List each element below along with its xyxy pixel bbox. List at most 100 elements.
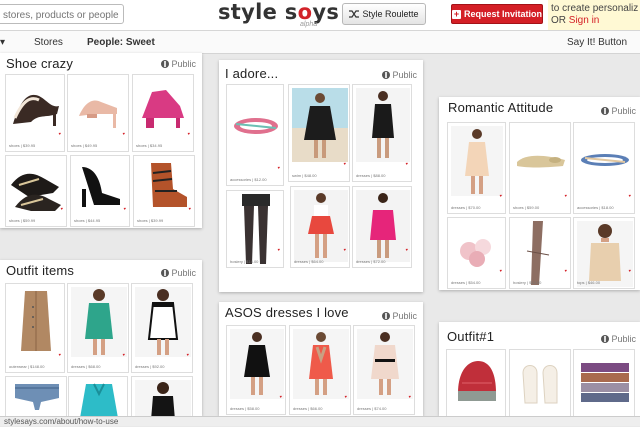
signup-promo: to create personaliz OR Sign in (548, 0, 640, 30)
board-title[interactable]: Outfit#1 (447, 329, 494, 344)
board-title[interactable]: Shoe crazy (6, 56, 73, 71)
heart-icon[interactable]: ♥ (345, 394, 347, 399)
public-label: Public (161, 268, 196, 278)
board-title[interactable]: Romantic Attitude (448, 100, 553, 115)
product-tile[interactable]: ♥ hosiery | $14.00 (226, 190, 284, 268)
product-tile[interactable]: ♥ dresses | $74.00 (353, 325, 415, 415)
product-image (513, 126, 569, 196)
promo-text: to create personaliz (551, 3, 639, 14)
product-image (513, 353, 569, 413)
heart-icon[interactable]: ♥ (61, 206, 63, 211)
product-caption: dresses | $70.00 (451, 205, 481, 210)
chevron-down-icon[interactable]: ▾ (0, 37, 5, 48)
public-text: Public (171, 268, 196, 278)
product-image (356, 190, 410, 262)
product-caption: dresses | $72.00 (356, 259, 386, 264)
product-tile[interactable]: ♥ dresses | $64.00 (290, 186, 350, 268)
heart-icon[interactable]: ♥ (629, 268, 631, 273)
heart-icon[interactable]: ♥ (59, 352, 61, 357)
product-image (82, 167, 120, 207)
heart-icon[interactable]: ♥ (123, 352, 125, 357)
logo-text: style s (218, 0, 298, 24)
product-tile[interactable]: ♥ accessories | $12.00 (226, 84, 284, 186)
product-tile[interactable]: ♥ dresses | $68.00 (67, 283, 129, 373)
product-tile[interactable]: ♥ shoes | $39.99 (133, 155, 195, 227)
product-tile[interactable]: ♥ swim | $48.00 (288, 84, 350, 182)
product-caption: tops | $46.00 (577, 280, 601, 285)
heart-icon[interactable]: ♥ (278, 165, 280, 170)
product-caption: shoes | $44.95 (74, 218, 101, 223)
product-tile[interactable]: ♥ dresses | $66.00 (289, 325, 351, 415)
heart-icon[interactable]: ♥ (188, 131, 190, 136)
search-input[interactable] (1, 6, 125, 25)
search-box[interactable] (0, 4, 125, 25)
heart-icon[interactable]: ♥ (629, 193, 631, 198)
board-card[interactable]: Outfit#1 Public (439, 322, 640, 416)
product-image (151, 163, 187, 207)
nav-say-it-button[interactable]: Say It! Button (567, 37, 627, 48)
product-tile[interactable]: ♥ hosiery | $12.00 (509, 217, 571, 289)
board-card[interactable]: Romantic Attitude Public ♥ dresses | $70… (439, 97, 640, 290)
logo[interactable]: style soys (218, 0, 339, 24)
product-tile[interactable]: ♥ shoes | $59.99 (5, 155, 67, 227)
heart-icon[interactable]: ♥ (278, 247, 280, 252)
product-tile[interactable]: ♥ shoes | $39.95 (5, 74, 65, 152)
heart-icon[interactable]: ♥ (409, 394, 411, 399)
product-tile[interactable]: ♥ shoes | $49.95 (67, 74, 129, 152)
heart-icon[interactable]: ♥ (124, 206, 126, 211)
product-tile[interactable]: ♥ outerwear | $148.00 (5, 283, 65, 373)
board-card[interactable]: Outfit items Public ♥ outerwear | $148.0… (0, 260, 202, 416)
product-tile[interactable]: ♥ accessories | $18.00 (573, 122, 635, 214)
product-tile[interactable]: ♥ shoes | $44.95 (70, 155, 130, 227)
heart-icon[interactable]: ♥ (123, 131, 125, 136)
product-tile[interactable]: ♥ dresses | $70.00 (447, 122, 506, 214)
board-card[interactable]: Shoe crazy Public ♥ shoes | $39.95 ♥ sho… (0, 53, 202, 228)
product-tile[interactable]: ♥ dresses | $92.00 (131, 283, 193, 373)
heart-icon[interactable]: ♥ (344, 247, 346, 252)
globe-icon (161, 269, 170, 277)
product-image (577, 126, 633, 196)
board-title[interactable]: I adore... (225, 66, 278, 81)
heart-icon[interactable]: ♥ (189, 206, 191, 211)
product-tile[interactable]: ♥ dresses | $88.00 (352, 84, 412, 182)
product-tile[interactable]: ♥ shoes | $34.95 (132, 74, 194, 152)
product-tile[interactable] (573, 349, 635, 416)
product-tile[interactable]: ♥ dresses | $72.00 (352, 186, 412, 268)
product-tile[interactable] (68, 376, 128, 416)
product-tile[interactable]: ♥ dresses | $58.00 (226, 325, 286, 415)
product-tile[interactable] (5, 376, 67, 416)
heart-icon[interactable]: ♥ (187, 352, 189, 357)
product-tile[interactable] (446, 349, 506, 416)
product-tile[interactable]: ♥ dresses | $54.00 (447, 217, 506, 289)
request-invitation-label: Request Invitation (464, 9, 543, 19)
product-tile[interactable] (131, 376, 193, 416)
heart-icon[interactable]: ♥ (280, 394, 282, 399)
request-invitation-button[interactable]: + Request Invitation (451, 4, 543, 24)
heart-icon[interactable]: ♥ (565, 193, 567, 198)
board-card[interactable]: I adore... Public ♥ accessories | $12.00… (219, 60, 423, 292)
board-title[interactable]: Outfit items (6, 263, 74, 278)
product-image (230, 88, 282, 168)
board-card[interactable]: ASOS dresses I love Public ♥ dresses | $… (219, 302, 423, 416)
product-caption: dresses | $54.00 (451, 280, 481, 285)
nav-stores[interactable]: Stores (34, 37, 63, 48)
globe-icon (161, 60, 170, 68)
product-tile[interactable]: ♥ tops | $46.00 (573, 217, 635, 289)
style-roulette-button[interactable]: Style Roulette (342, 3, 426, 25)
product-tile[interactable] (509, 349, 571, 416)
heart-icon[interactable]: ♥ (565, 268, 567, 273)
sign-in-link[interactable]: Sign in (569, 15, 600, 26)
product-caption: swim | $48.00 (292, 173, 317, 178)
product-caption: shoes | $59.99 (9, 218, 36, 223)
product-tile[interactable]: ♥ shoes | $59.00 (509, 122, 571, 214)
heart-icon[interactable]: ♥ (500, 193, 502, 198)
heart-icon[interactable]: ♥ (500, 268, 502, 273)
heart-icon[interactable]: ♥ (406, 161, 408, 166)
nav-people[interactable]: People: Sweet (87, 37, 155, 48)
public-text: Public (392, 70, 417, 80)
heart-icon[interactable]: ♥ (344, 161, 346, 166)
heart-icon[interactable]: ♥ (59, 131, 61, 136)
board-title[interactable]: ASOS dresses I love (225, 305, 349, 320)
heart-icon[interactable]: ♥ (406, 247, 408, 252)
public-label: Public (382, 311, 417, 321)
